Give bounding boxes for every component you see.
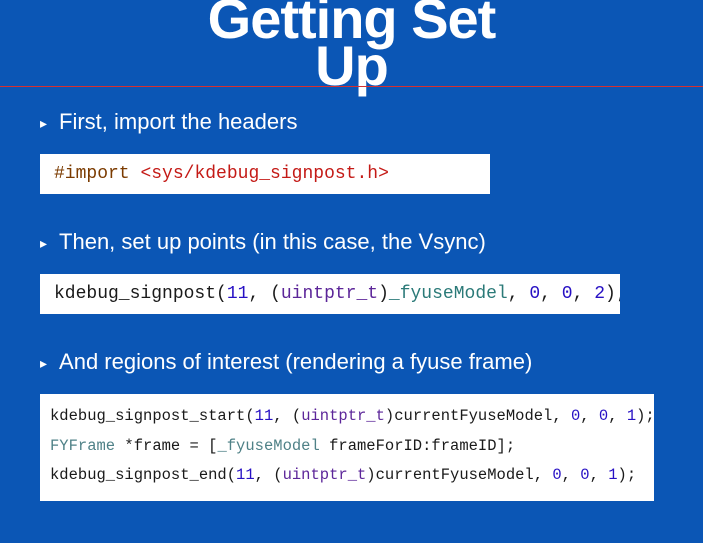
bullet-1: ▸ First, import the headers: [40, 108, 663, 138]
bullet-2: ▸ Then, set up points (in this case, the…: [40, 228, 663, 258]
code-block-1: #import <sys/kdebug_signpost.h>: [40, 154, 490, 194]
bullet-3: ▸ And regions of interest (rendering a f…: [40, 348, 663, 378]
bullet-2-text: Then, set up points (in this case, the V…: [59, 228, 486, 257]
title-line2: Up: [0, 39, 703, 92]
bullet-marker-icon: ▸: [40, 228, 47, 258]
code1-preproc: #import: [54, 164, 130, 184]
slide-content: ▸ First, import the headers #import <sys…: [0, 108, 703, 500]
slide-title: Getting Set Up: [0, 0, 703, 92]
bullet-1-text: First, import the headers: [59, 108, 297, 137]
divider-line: [0, 86, 703, 87]
bullet-marker-icon: ▸: [40, 348, 47, 378]
bullet-marker-icon: ▸: [40, 108, 47, 138]
code-block-3: kdebug_signpost_start(11, (uintptr_t)cur…: [40, 394, 654, 500]
code-block-2: kdebug_signpost(11, (uintptr_t)_fyuseMod…: [40, 274, 620, 314]
code1-include: <sys/kdebug_signpost.h>: [140, 164, 388, 184]
bullet-3-text: And regions of interest (rendering a fyu…: [59, 348, 532, 377]
